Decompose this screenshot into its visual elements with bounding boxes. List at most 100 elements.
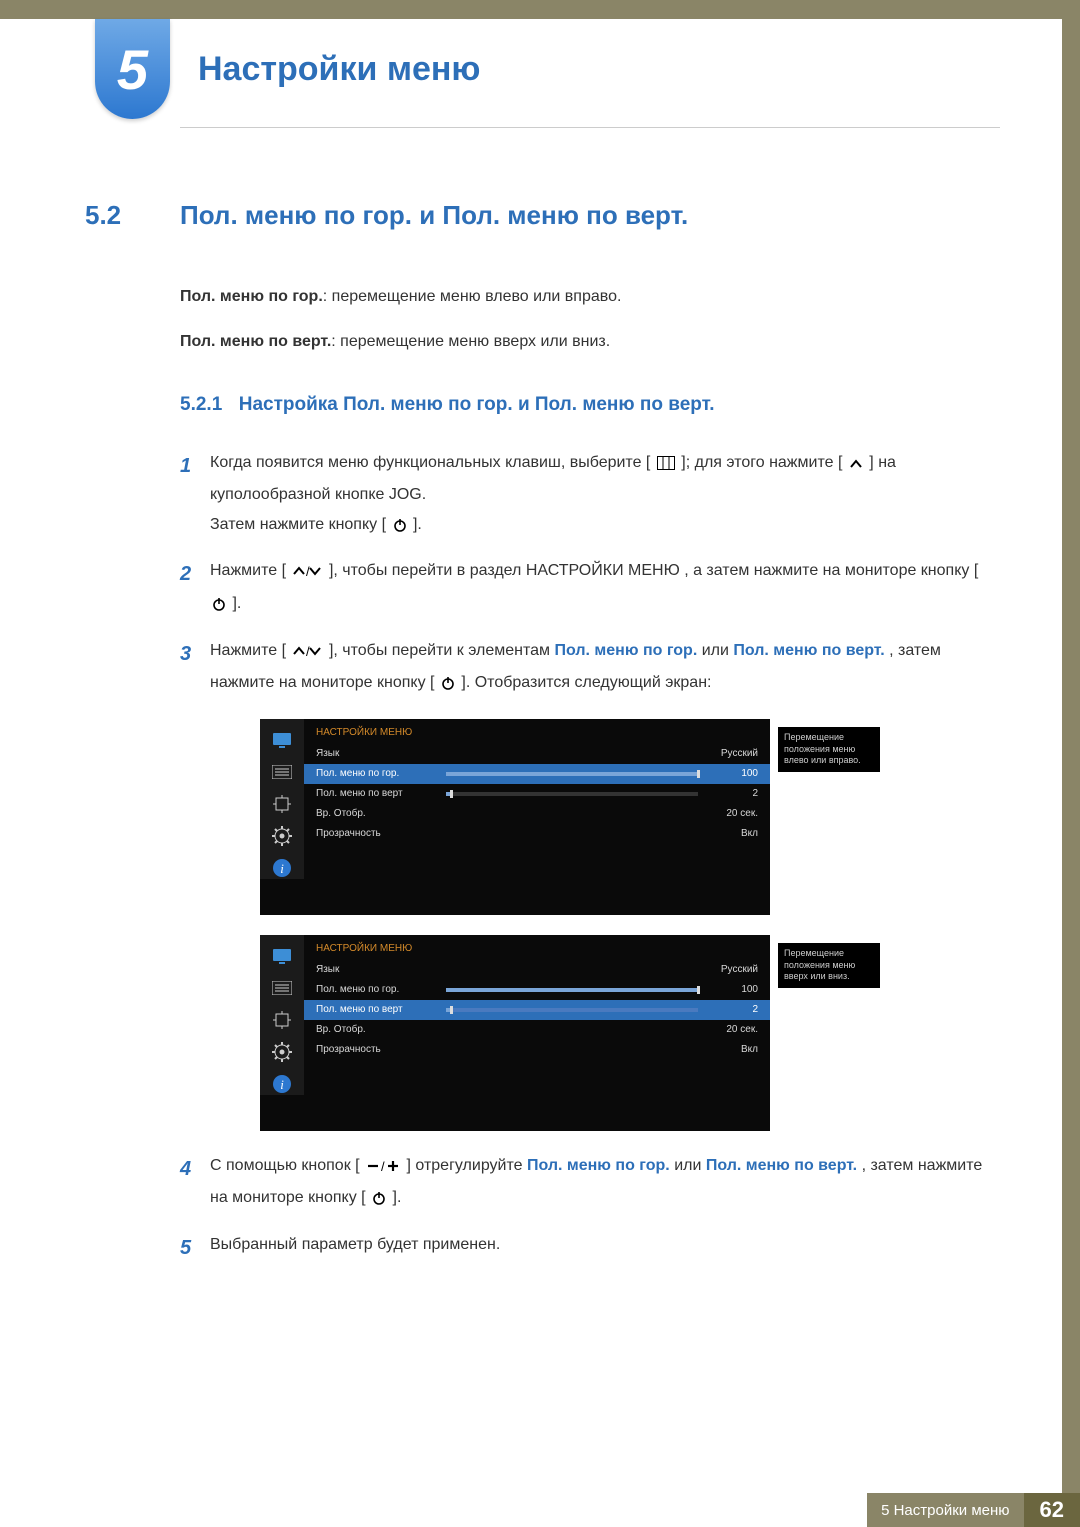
text: ], чтобы перейти в раздел <box>329 562 526 579</box>
osd-row-value: 2 <box>708 788 758 799</box>
step-number: 5 <box>180 1230 210 1267</box>
subsection-number: 5.2.1 <box>180 394 222 415</box>
text: Нажмите [ <box>210 562 286 579</box>
osd-body: НАСТРОЙКИ МЕНЮ Язык Русский Пол. меню по г… <box>304 719 770 879</box>
chapter-number-badge: 5 <box>95 19 170 119</box>
step-number: 2 <box>180 556 210 621</box>
power-icon <box>441 671 455 701</box>
text: или <box>674 1157 706 1174</box>
footer-page-number: 62 <box>1024 1493 1080 1527</box>
text: ]. Отобразится следующий экран: <box>461 674 711 691</box>
step-number: 3 <box>180 636 210 701</box>
osd-row: Пол. меню по верт 2 <box>304 1000 770 1020</box>
text-blue: Пол. меню по верт. <box>706 1157 857 1174</box>
osd-slider <box>446 988 698 992</box>
text: Выбранный параметр будет применен. <box>210 1230 995 1267</box>
text: Нажмите [ <box>210 642 286 659</box>
resize-icon <box>270 793 294 815</box>
osd-icon-strip: i <box>260 719 304 879</box>
text: Затем нажмите кнопку [ <box>210 516 386 533</box>
text-blue: Пол. меню по гор. <box>555 642 698 659</box>
section-heading: 5.2 Пол. меню по гор. и Пол. меню по вер… <box>85 200 995 231</box>
text: ]; для этого нажмите [ <box>681 454 842 471</box>
osd-slider <box>446 1008 698 1012</box>
up-down-caret-icon: / <box>292 559 322 589</box>
right-edge-stripe <box>1062 19 1080 1527</box>
list-icon <box>270 761 294 783</box>
desc-vertical: Пол. меню по верт.: перемещение меню вве… <box>180 328 995 355</box>
svg-text:/: / <box>381 1159 385 1173</box>
power-icon <box>212 592 226 622</box>
minus-plus-icon: / <box>366 1154 400 1184</box>
osd-row-label: Прозрачность <box>316 828 446 839</box>
osd-row-label: Пол. меню по гор. <box>316 984 446 995</box>
list-icon <box>270 977 294 999</box>
osd-row-label: Пол. меню по гор. <box>316 768 446 779</box>
text-blue: Пол. меню по верт. <box>733 642 884 659</box>
step-4: 4 С помощью кнопок [ / ] отрегулируйте П… <box>180 1151 995 1216</box>
osd-body: НАСТРОЙКИ МЕНЮ ЯзыкРусскийПол. меню по г… <box>304 935 770 1095</box>
svg-text:i: i <box>280 1077 284 1092</box>
osd-title: НАСТРОЙКИ МЕНЮ <box>304 727 770 744</box>
section-title: Пол. меню по гор. и Пол. меню по верт. <box>180 200 688 231</box>
subsection-heading: 5.2.1 Настройка Пол. меню по гор. и Пол.… <box>180 389 995 421</box>
top-bar <box>0 0 1080 19</box>
info-icon: i <box>270 857 294 879</box>
subsection-title: Настройка Пол. меню по гор. и Пол. меню … <box>239 394 715 415</box>
osd-row: Пол. меню по гор. 100 <box>304 980 770 1000</box>
page-footer: 5 Настройки меню 62 <box>0 1493 1080 1527</box>
osd-row-label: Вр. Отобр. <box>316 1024 446 1035</box>
osd-row: Язык Русский <box>304 744 770 764</box>
desc-v-text: : перемещение меню вверх или вниз. <box>331 333 610 350</box>
osd-row: Вр. Отобр.20 сек. <box>304 1020 770 1040</box>
chapter-title: Настройки меню <box>198 50 480 89</box>
osd-slider <box>446 772 698 776</box>
svg-text:/: / <box>306 644 310 658</box>
osd-tooltip: Перемещение положения меню вверх или вни… <box>778 943 880 988</box>
text: С помощью кнопок [ <box>210 1157 360 1174</box>
osd-row-value: 100 <box>708 768 758 779</box>
svg-text:i: i <box>280 861 284 876</box>
osd-row: ЯзыкРусский <box>304 960 770 980</box>
step-number: 1 <box>180 448 210 543</box>
text: , а затем нажмите на мониторе кнопку [ <box>684 562 978 579</box>
osd-row-label: Вр. Отобр. <box>316 808 446 819</box>
step-2: 2 Нажмите [ / ], чтобы перейти в раздел … <box>180 556 995 621</box>
desc-h-label: Пол. меню по гор. <box>180 288 323 305</box>
osd-row: Пол. меню по гор. 100 <box>304 764 770 784</box>
osd-row-label: Прозрачность <box>316 1044 446 1055</box>
desc-h-text: : перемещение меню влево или вправо. <box>323 288 622 305</box>
up-down-caret-icon: / <box>292 639 322 669</box>
text-blue: Пол. меню по гор. <box>527 1157 670 1174</box>
osd-row-label: Язык <box>316 964 446 975</box>
osd-row-value: Русский <box>708 748 758 759</box>
osd-row-value: Вкл <box>708 1044 758 1055</box>
step-3: 3 Нажмите [ / ], чтобы перейти к элемент… <box>180 636 995 701</box>
osd-row-label: Язык <box>316 748 446 759</box>
osd-row-value: Вкл <box>708 828 758 839</box>
osd-row-label: Пол. меню по верт <box>316 1004 446 1015</box>
power-icon <box>372 1186 386 1216</box>
text: ]. <box>232 595 241 612</box>
osd-row-label: Пол. меню по верт <box>316 788 446 799</box>
footer-chapter-label: 5 Настройки меню <box>867 1493 1023 1527</box>
osd-row: Прозрачность Вкл <box>304 1040 770 1060</box>
osd-screenshot-1: i НАСТРОЙКИ МЕНЮ Язык Русский Пол. меню по… <box>260 719 770 915</box>
osd-screenshot-2: i НАСТРОЙКИ МЕНЮ ЯзыкРусскийПол. меню по… <box>260 935 770 1131</box>
osd-row-value: 100 <box>708 984 758 995</box>
text: ]. <box>413 516 422 533</box>
gear-icon <box>270 1041 294 1063</box>
chapter-header: 5 Настройки меню <box>0 19 1080 119</box>
desc-v-label: Пол. меню по верт. <box>180 333 331 350</box>
step-1: 1 Когда появится меню функциональных кла… <box>180 448 995 543</box>
osd-title: НАСТРОЙКИ МЕНЮ <box>304 943 770 960</box>
osd-slider <box>446 792 698 796</box>
menu-grid-icon <box>657 451 675 481</box>
osd-row-value: 20 сек. <box>708 808 758 819</box>
text-bold: НАСТРОЙКИ МЕНЮ <box>526 562 680 579</box>
osd-row: Прозрачность Вкл <box>304 824 770 844</box>
text: или <box>702 642 734 659</box>
osd-row-value: 2 <box>708 1004 758 1015</box>
osd-row: Пол. меню по верт 2 <box>304 784 770 804</box>
info-icon: i <box>270 1073 294 1095</box>
